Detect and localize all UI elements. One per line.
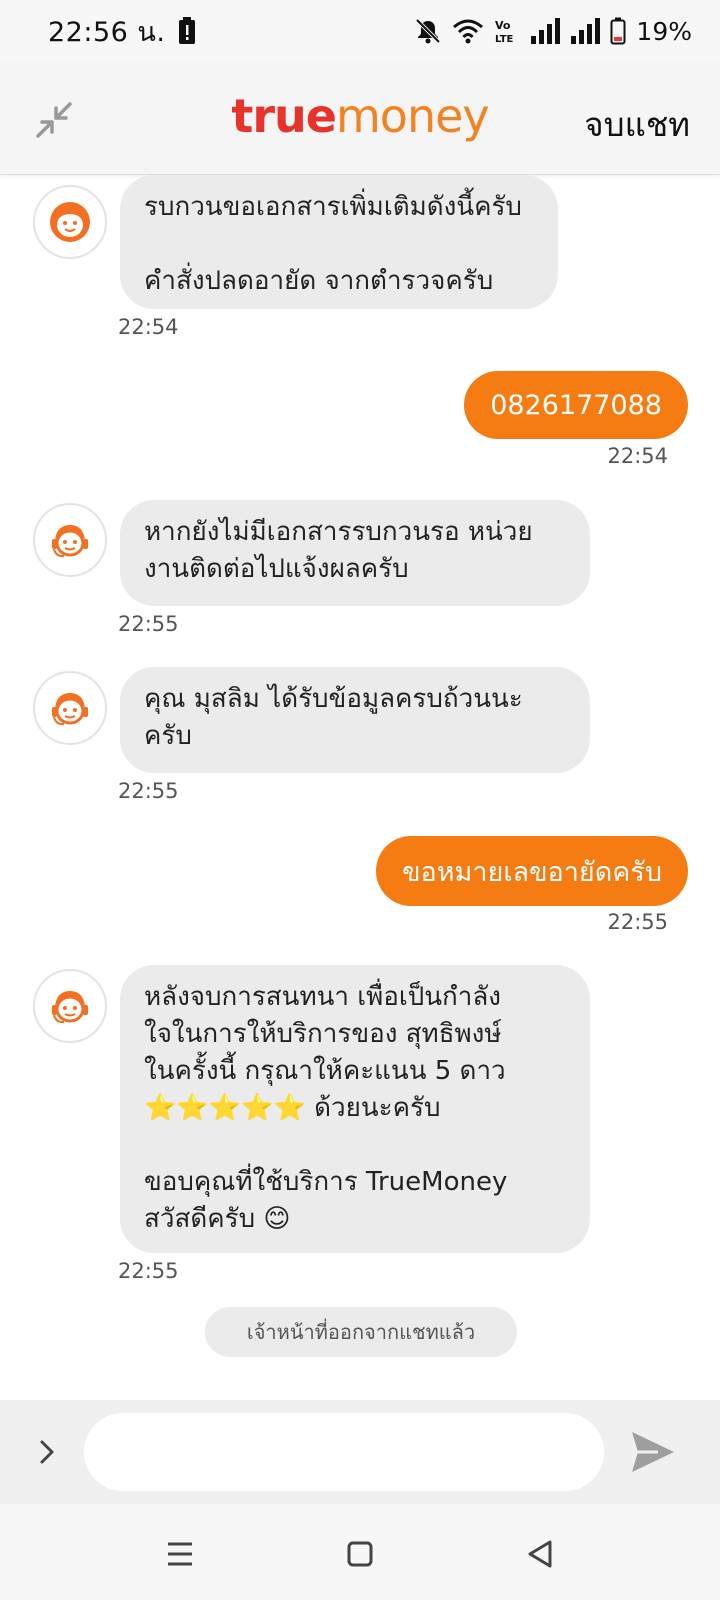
message-time: 22:55 — [607, 910, 668, 934]
menu-icon — [168, 1542, 192, 1566]
message-input-bar — [0, 1400, 720, 1504]
volte-icon: Vo LTE — [494, 17, 520, 45]
chevron-right-icon — [40, 1440, 54, 1464]
logo-money: money — [335, 89, 490, 143]
message-time: 22:55 — [118, 1259, 179, 1283]
user-message-bubble: 0826177088 — [464, 371, 688, 439]
agent-avatar — [33, 969, 107, 1043]
battery-icon — [610, 17, 626, 45]
battery-percent: 19% — [636, 16, 692, 46]
message-time: 22:55 — [118, 779, 179, 803]
status-bar: 22:56 น. Vo LTE 19% — [0, 0, 720, 62]
expand-menu-button[interactable] — [28, 1432, 68, 1472]
system-nav-bar — [0, 1504, 720, 1600]
status-bar-left: 22:56 น. — [48, 10, 197, 53]
agent-avatar-icon — [52, 525, 88, 558]
end-chat-button[interactable]: จบแชท — [584, 98, 690, 151]
back-button[interactable] — [520, 1534, 560, 1574]
logo-true: true — [231, 89, 337, 143]
recent-apps-button[interactable] — [160, 1534, 200, 1574]
send-button[interactable] — [628, 1428, 678, 1476]
message-time: 22:55 — [118, 612, 179, 636]
wifi-icon — [452, 17, 484, 45]
home-button[interactable] — [340, 1534, 380, 1574]
agent-message-bubble: รบกวนขอเอกสารเพิ่มเติมดังนี้ครับ คำสั่งป… — [120, 175, 558, 309]
agent-avatar-icon — [50, 202, 90, 242]
chat-messages[interactable]: รบกวนขอเอกสารเพิ่มเติมดังนี้ครับ คำสั่งป… — [0, 175, 720, 1400]
home-icon — [347, 1541, 373, 1567]
send-icon — [632, 1432, 674, 1472]
status-time: 22:56 น. — [48, 16, 166, 48]
message-time: 22:54 — [118, 315, 179, 339]
signal-icon — [530, 18, 561, 44]
agent-avatar — [33, 185, 107, 259]
agent-left-notice: เจ้าหน้าที่ออกจากแชทแล้ว — [205, 1307, 517, 1357]
battery-alert-icon — [177, 17, 197, 45]
agent-message-bubble: หากยังไม่มีเอกสารรบกวนรอ หน่วย งานติดต่อ… — [120, 500, 590, 606]
mute-icon — [414, 17, 442, 45]
signal-icon — [570, 18, 601, 44]
agent-avatar-icon — [52, 693, 88, 726]
chat-header: truemoney จบแชท — [0, 62, 720, 175]
svg-text:Vo: Vo — [495, 19, 511, 32]
agent-avatar-icon — [52, 991, 88, 1024]
status-bar-right: Vo LTE 19% — [414, 17, 692, 46]
user-message-bubble: ขอหมายเลขอายัดครับ — [376, 836, 688, 906]
message-input[interactable] — [84, 1413, 604, 1491]
back-icon — [528, 1540, 552, 1568]
message-time: 22:54 — [607, 444, 668, 468]
agent-message-bubble: หลังจบการสนทนา เพื่อเป็นกำลัง ใจในการให้… — [120, 965, 590, 1253]
svg-text:LTE: LTE — [495, 34, 514, 45]
agent-message-bubble: คุณ มุสลิม ได้รับข้อมูลครบถ้วนนะ ครับ — [120, 667, 590, 773]
agent-avatar — [33, 671, 107, 745]
agent-avatar — [33, 503, 107, 577]
